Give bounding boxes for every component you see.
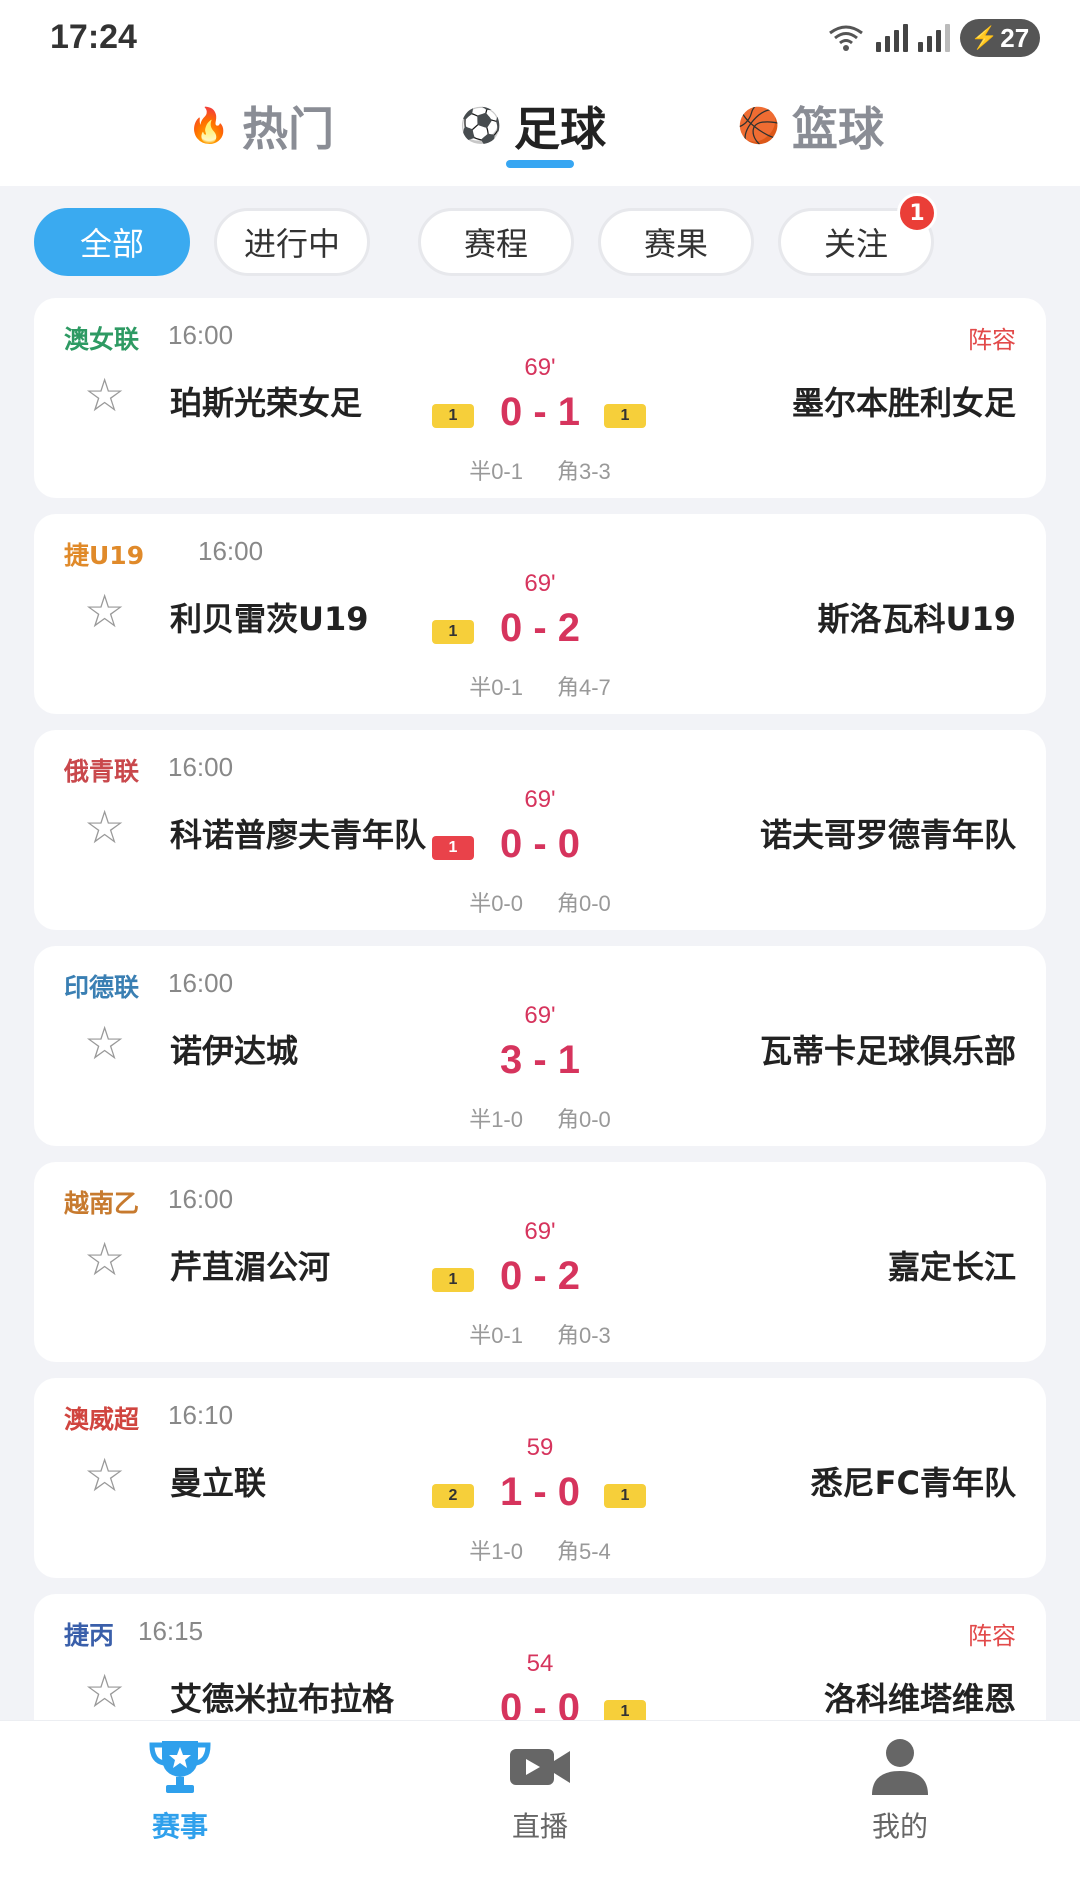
match-stats: 半0-0 角0-0 bbox=[34, 886, 1046, 918]
corner-count: 角0-0 bbox=[557, 1107, 611, 1132]
kickoff-time: 16:00 bbox=[168, 1184, 234, 1214]
halftime-score: 半1-0 bbox=[469, 1539, 523, 1564]
nav-label: 我的 bbox=[871, 1810, 928, 1843]
league-name[interactable]: 印德联 bbox=[64, 968, 139, 1004]
match-stats: 半0-1 角3-3 bbox=[34, 454, 1046, 486]
league-name[interactable]: 捷丙 bbox=[64, 1616, 114, 1652]
match-score: 1 - 0 bbox=[499, 1470, 581, 1514]
tab-football[interactable]: ⚽ 足球 bbox=[452, 86, 606, 166]
corner-count: 角0-3 bbox=[557, 1323, 611, 1348]
match-card[interactable]: 俄青联 16:00 ☆ 科诺普廖夫青年队 诺夫哥罗德青年队 69' 0 - 0 1 半0-0 角0… bbox=[34, 730, 1046, 930]
home-card-count: 1 bbox=[432, 836, 474, 860]
trophy-icon bbox=[149, 1741, 211, 1793]
match-minute: 69' bbox=[524, 1218, 556, 1245]
home-card-count: 2 bbox=[432, 1484, 474, 1508]
active-tab-indicator bbox=[506, 160, 574, 168]
nav-profile[interactable]: 我的 bbox=[800, 1737, 1000, 1857]
nav-label: 直播 bbox=[511, 1810, 568, 1843]
match-score: 0 - 0 bbox=[499, 822, 581, 866]
filter-all[interactable]: 全部 bbox=[34, 208, 190, 276]
tab-label: 热门 bbox=[242, 102, 334, 156]
lineup-link[interactable]: 阵容 bbox=[968, 320, 1016, 355]
match-card[interactable]: 捷U19 16:00 ☆ 利贝雷茨U19 斯洛瓦科U19 69' 0 - 2 1 半0-1 角4-… bbox=[34, 514, 1046, 714]
battery-level: 27 bbox=[1000, 22, 1030, 53]
match-stats: 半0-1 角4-7 bbox=[34, 670, 1046, 702]
match-stats: 半1-0 角5-4 bbox=[34, 1534, 1046, 1566]
away-card-count: 1 bbox=[604, 1484, 646, 1508]
match-list: 澳女联 16:00 阵容 ☆ 珀斯光荣女足 墨尔本胜利女足 69' 0 - 1 1 1 半0-1 角3… bbox=[34, 298, 1046, 1810]
league-name[interactable]: 捷U19 bbox=[64, 536, 144, 572]
nav-live[interactable]: 直播 bbox=[440, 1737, 640, 1857]
bottom-nav: 赛事 直播 我的 bbox=[0, 1720, 1080, 1880]
battery-indicator: ⚡ 27 bbox=[960, 19, 1040, 57]
kickoff-time: 16:00 bbox=[168, 968, 234, 998]
match-score: 3 - 1 bbox=[499, 1038, 581, 1082]
match-card[interactable]: 澳威超 16:10 ☆ 曼立联 悉尼FC青年队 59 1 - 0 2 1 半1-0 角5-4 bbox=[34, 1378, 1046, 1578]
status-icons: ⚡ 27 bbox=[826, 18, 1040, 58]
filter-schedule[interactable]: 赛程 bbox=[418, 208, 574, 276]
notification-badge: 1 bbox=[897, 193, 937, 233]
corner-count: 角5-4 bbox=[557, 1539, 611, 1564]
match-minute: 54 bbox=[526, 1650, 554, 1677]
kickoff-time: 16:10 bbox=[168, 1400, 234, 1430]
home-card-count: 1 bbox=[432, 1268, 474, 1292]
halftime-score: 半0-0 bbox=[469, 891, 523, 916]
match-minute: 69' bbox=[524, 354, 556, 381]
match-card[interactable]: 印德联 16:00 ☆ 诺伊达城 瓦蒂卡足球俱乐部 69' 3 - 1 半1-0 角0-0 bbox=[34, 946, 1046, 1146]
filter-results[interactable]: 赛果 bbox=[598, 208, 754, 276]
match-minute: 69' bbox=[524, 1002, 556, 1029]
home-card-count: 1 bbox=[432, 620, 474, 644]
filter-followed[interactable]: 关注 1 bbox=[778, 193, 937, 276]
halftime-score: 半0-1 bbox=[469, 1323, 523, 1348]
charging-icon: ⚡ bbox=[970, 25, 999, 50]
halftime-score: 半0-1 bbox=[469, 675, 523, 700]
status-time: 17:24 bbox=[50, 18, 137, 56]
match-card[interactable]: 越南乙 16:00 ☆ 芹苴湄公河 嘉定长江 69' 0 - 2 1 半0-1 角0-3 bbox=[34, 1162, 1046, 1362]
kickoff-time: 16:00 bbox=[168, 752, 234, 782]
kickoff-time: 16:15 bbox=[138, 1616, 204, 1646]
halftime-score: 半1-0 bbox=[469, 1107, 523, 1132]
kickoff-time: 16:00 bbox=[198, 536, 264, 566]
match-stats: 半0-1 角0-3 bbox=[34, 1318, 1046, 1350]
match-minute: 59 bbox=[526, 1434, 554, 1461]
match-minute: 69' bbox=[524, 570, 556, 597]
filter-row: 全部 进行中 赛程 赛果 关注 1 bbox=[0, 193, 1080, 280]
signal-icon-2 bbox=[918, 24, 950, 52]
corner-count: 角4-7 bbox=[557, 675, 611, 700]
tab-label: 足球 bbox=[514, 102, 606, 156]
basketball-icon: 🏀 bbox=[737, 106, 781, 146]
league-name[interactable]: 澳女联 bbox=[64, 320, 139, 356]
status-bar: 17:24 ⚡ 27 bbox=[0, 0, 1080, 76]
lineup-link[interactable]: 阵容 bbox=[968, 1616, 1016, 1651]
soccer-ball-icon: ⚽ bbox=[459, 106, 503, 146]
kickoff-time: 16:00 bbox=[168, 320, 234, 350]
fire-icon: 🔥 bbox=[187, 106, 231, 146]
match-card[interactable]: 澳女联 16:00 阵容 ☆ 珀斯光荣女足 墨尔本胜利女足 69' 0 - 1 1 1 半0-1 角3… bbox=[34, 298, 1046, 498]
halftime-score: 半0-1 bbox=[469, 459, 523, 484]
tab-hot[interactable]: 🔥 热门 bbox=[180, 86, 334, 166]
nav-matches[interactable]: 赛事 bbox=[80, 1737, 280, 1857]
tab-label: 篮球 bbox=[792, 102, 884, 156]
wifi-icon bbox=[829, 25, 863, 51]
tab-basketball[interactable]: 🏀 篮球 bbox=[730, 86, 884, 166]
away-card-count: 1 bbox=[604, 404, 646, 428]
match-stats: 半1-0 角0-0 bbox=[34, 1102, 1046, 1134]
match-score: 0 - 2 bbox=[499, 1254, 581, 1298]
nav-label: 赛事 bbox=[151, 1810, 208, 1843]
match-minute: 69' bbox=[524, 786, 556, 813]
sport-tabs: 🔥 热门 ⚽ 足球 🏀 篮球 bbox=[0, 76, 1080, 186]
user-icon bbox=[872, 1739, 928, 1795]
home-card-count: 1 bbox=[432, 404, 474, 428]
corner-count: 角0-0 bbox=[557, 891, 611, 916]
league-name[interactable]: 俄青联 bbox=[64, 752, 139, 788]
league-name[interactable]: 澳威超 bbox=[64, 1400, 139, 1436]
signal-icon bbox=[876, 24, 908, 52]
league-name[interactable]: 越南乙 bbox=[64, 1184, 139, 1220]
match-score: 0 - 2 bbox=[499, 606, 581, 650]
match-score: 0 - 1 bbox=[499, 390, 581, 434]
chip-label: 关注 bbox=[823, 225, 888, 263]
corner-count: 角3-3 bbox=[557, 459, 611, 484]
filter-live[interactable]: 进行中 bbox=[214, 208, 370, 276]
video-camera-icon bbox=[510, 1749, 570, 1785]
